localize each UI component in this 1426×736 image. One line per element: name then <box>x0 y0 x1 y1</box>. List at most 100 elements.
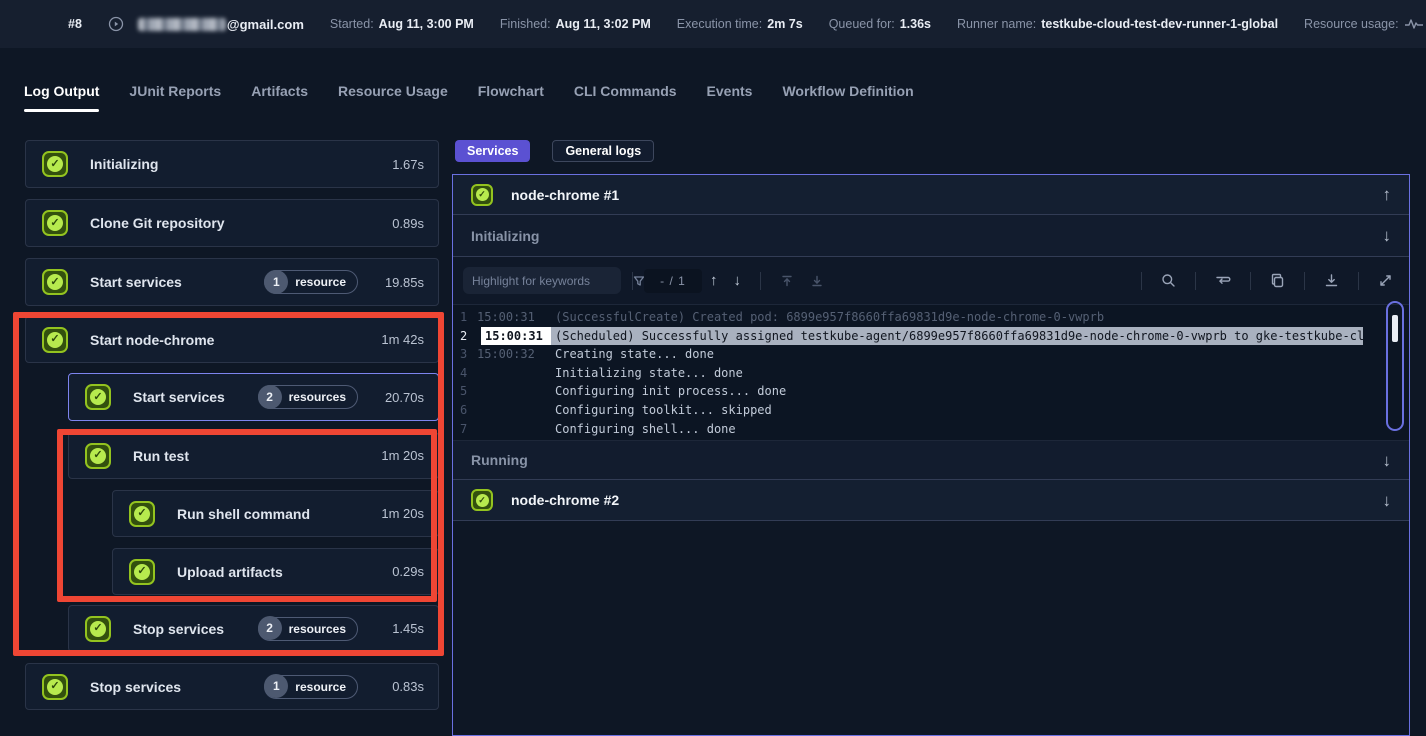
section-row-running[interactable]: Running ↓ <box>453 441 1409 480</box>
redacted-email-segment <box>138 18 226 31</box>
step-duration: 1m 42s <box>370 332 424 347</box>
log-actions <box>1130 272 1401 290</box>
tab-workflow-definition[interactable]: Workflow Definition <box>782 74 913 112</box>
service-row-node-chrome-2[interactable]: ✓ node-chrome #2 ↓ <box>453 480 1409 521</box>
step-duration: 0.83s <box>370 679 424 694</box>
service-row-node-chrome-1[interactable]: ✓ node-chrome #1 ↑ <box>453 175 1409 215</box>
scroll-to-top-icon[interactable] <box>772 274 802 288</box>
log-line[interactable]: 5 Configuring init process... done <box>453 382 1363 401</box>
step-upload-artifacts[interactable]: ✓ Upload artifacts 0.29s <box>112 548 439 595</box>
log-view-switch: Services General logs <box>455 140 654 162</box>
step-duration: 1m 20s <box>370 448 424 463</box>
step-duration: 0.29s <box>370 564 424 579</box>
execution-details-page: #8 @gmail.com Started: Aug 11, 3:00 PM F… <box>0 0 1426 736</box>
resource-count-badge: 2 resources <box>258 617 358 641</box>
user-email: @gmail.com <box>138 17 304 32</box>
tab-junit-reports[interactable]: JUnit Reports <box>129 74 221 112</box>
started-meta: Started: Aug 11, 3:00 PM <box>330 17 474 31</box>
log-line[interactable]: 1 15:00:31 (SuccessfulCreate) Created po… <box>453 308 1363 327</box>
step-duration: 20.70s <box>370 390 424 405</box>
execution-time-meta: Execution time: 2m 7s <box>677 17 803 31</box>
success-check-icon: ✓ <box>85 616 111 642</box>
toolbar-divider <box>1195 272 1196 290</box>
copy-icon[interactable] <box>1262 273 1293 288</box>
toolbar-divider <box>632 272 633 290</box>
step-start-services-nested[interactable]: ✓ Start services 2 resources 20.70s <box>68 373 439 421</box>
log-line[interactable]: 7 Configuring shell... done <box>453 420 1363 439</box>
success-check-icon: ✓ <box>42 210 68 236</box>
expand-arrow-icon[interactable]: ↓ <box>1383 492 1392 509</box>
execution-header: #8 @gmail.com Started: Aug 11, 3:00 PM F… <box>0 0 1426 48</box>
step-start-services[interactable]: ✓ Start services 1 resource 19.85s <box>25 258 439 306</box>
collapse-arrow-icon[interactable]: ↑ <box>1383 186 1392 203</box>
fullscreen-expand-icon[interactable] <box>1370 273 1401 288</box>
tab-flowchart[interactable]: Flowchart <box>478 74 544 112</box>
success-check-icon: ✓ <box>471 489 493 511</box>
log-toolbar: - / 1 ↑ ↓ <box>453 257 1409 305</box>
step-initializing[interactable]: ✓ Initializing 1.67s <box>25 140 439 188</box>
download-icon[interactable] <box>1316 273 1347 288</box>
previous-match-icon[interactable]: ↑ <box>702 272 726 289</box>
expand-arrow-icon[interactable]: ↓ <box>1383 452 1392 469</box>
keyword-highlight-input[interactable] <box>472 274 627 288</box>
resource-count-badge: 2 resources <box>258 385 358 409</box>
log-line[interactable]: 6 Configuring toolkit... skipped <box>453 401 1363 420</box>
services-log-panel: ✓ node-chrome #1 ↑ Initializing ↓ - / 1 … <box>452 174 1410 736</box>
runner-name-meta: Runner name: testkube-cloud-test-dev-run… <box>957 17 1278 31</box>
execution-number: #8 <box>68 17 82 31</box>
tab-resource-usage[interactable]: Resource Usage <box>338 74 448 112</box>
success-check-icon: ✓ <box>42 674 68 700</box>
log-viewer: 1 15:00:31 (SuccessfulCreate) Created po… <box>453 305 1409 441</box>
success-check-icon: ✓ <box>85 384 111 410</box>
step-duration: 1m 20s <box>370 506 424 521</box>
execution-tabs: Log Output JUnit Reports Artifacts Resou… <box>24 74 914 112</box>
step-run-test[interactable]: ✓ Run test 1m 20s <box>68 432 439 479</box>
tab-general-logs[interactable]: General logs <box>552 140 654 162</box>
word-wrap-icon[interactable] <box>1207 274 1239 288</box>
tab-log-output[interactable]: Log Output <box>24 74 99 112</box>
queued-for-meta: Queued for: 1.36s <box>829 17 931 31</box>
toolbar-divider <box>1250 272 1251 290</box>
tab-artifacts[interactable]: Artifacts <box>251 74 308 112</box>
log-line-selected[interactable]: 2 15:00:31 (Scheduled) Successfully assi… <box>453 327 1363 346</box>
step-duration: 19.85s <box>370 275 424 290</box>
step-stop-services[interactable]: ✓ Stop services 1 resource 0.83s <box>25 663 439 710</box>
resource-usage-meta: Resource usage: <box>1304 17 1424 31</box>
success-check-icon: ✓ <box>85 443 111 469</box>
success-check-icon: ✓ <box>129 501 155 527</box>
next-match-icon[interactable]: ↓ <box>726 272 750 289</box>
resource-count-badge: 1 resource <box>264 270 358 294</box>
toolbar-divider <box>760 272 761 290</box>
step-run-shell-command[interactable]: ✓ Run shell command 1m 20s <box>112 490 439 537</box>
finished-meta: Finished: Aug 11, 3:02 PM <box>500 17 651 31</box>
toolbar-divider <box>1304 272 1305 290</box>
log-line[interactable]: 4 Initializing state... done <box>453 364 1363 383</box>
success-check-icon: ✓ <box>42 269 68 295</box>
play-circle-icon <box>108 16 124 32</box>
step-duration: 1.67s <box>370 157 424 172</box>
keyword-highlight-input-wrap <box>463 267 621 294</box>
log-scrollbar-track[interactable] <box>1386 301 1404 431</box>
waveform-icon <box>1404 17 1424 31</box>
expand-arrow-icon[interactable]: ↓ <box>1383 227 1392 244</box>
step-start-node-chrome[interactable]: ✓ Start node-chrome 1m 42s <box>25 316 439 363</box>
section-row-initializing[interactable]: Initializing ↓ <box>453 215 1409 257</box>
log-line[interactable]: 3 15:00:32 Creating state... done <box>453 345 1363 364</box>
step-clone-git-repository[interactable]: ✓ Clone Git repository 0.89s <box>25 199 439 247</box>
tab-events[interactable]: Events <box>707 74 753 112</box>
success-check-icon: ✓ <box>471 184 493 206</box>
step-duration: 0.89s <box>370 216 424 231</box>
tab-cli-commands[interactable]: CLI Commands <box>574 74 677 112</box>
step-duration: 1.45s <box>370 621 424 636</box>
tab-services[interactable]: Services <box>455 140 530 162</box>
search-icon[interactable] <box>1153 273 1184 288</box>
log-scrollbar-thumb[interactable] <box>1392 315 1398 342</box>
toolbar-divider <box>1358 272 1359 290</box>
resource-count-badge: 1 resource <box>264 675 358 699</box>
match-counter: - / 1 <box>644 269 702 293</box>
success-check-icon: ✓ <box>42 151 68 177</box>
success-check-icon: ✓ <box>42 327 68 353</box>
step-stop-services-nested[interactable]: ✓ Stop services 2 resources 1.45s <box>68 605 439 652</box>
success-check-icon: ✓ <box>129 559 155 585</box>
scroll-to-bottom-icon[interactable] <box>802 274 832 288</box>
